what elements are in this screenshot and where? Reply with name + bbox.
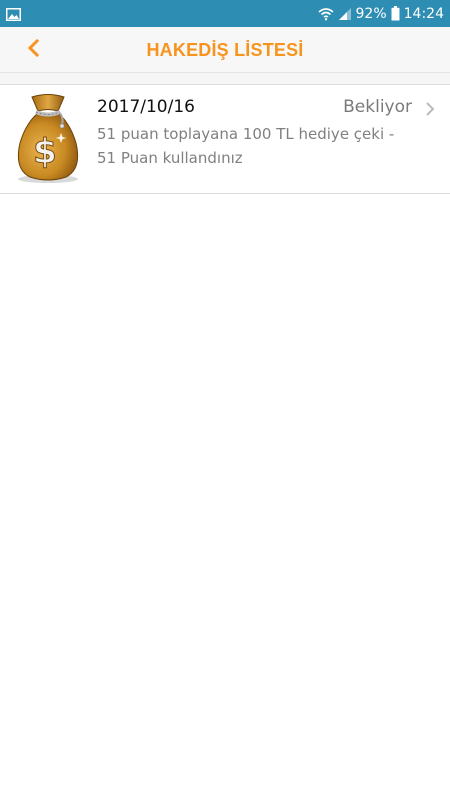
- svg-text:$: $: [33, 132, 57, 172]
- wifi-icon: [317, 7, 334, 21]
- page-title: HAKEDİŞ LİSTESİ: [146, 40, 304, 60]
- status-badge: Bekliyor: [343, 97, 412, 117]
- item-description: 51 puan toplayana 100 TL hediye çeki - 5…: [97, 125, 395, 167]
- clock: 14:24: [403, 5, 444, 22]
- item-date: 2017/10/16: [97, 97, 195, 117]
- image-icon: [6, 6, 21, 21]
- money-bag-icon: $: [12, 93, 84, 185]
- list-top-spacer: [0, 73, 450, 85]
- battery-icon: [391, 6, 400, 21]
- list-item[interactable]: $ 2017/10/16 Bekliyor 51 puan toplayana …: [0, 85, 450, 194]
- chevron-left-icon: [26, 38, 40, 61]
- status-bar: 92% 14:24: [0, 0, 450, 27]
- app-bar: HAKEDİŞ LİSTESİ: [0, 27, 450, 73]
- back-button[interactable]: [18, 35, 48, 65]
- signal-icon: [338, 7, 352, 21]
- battery-text: 92%: [355, 5, 387, 22]
- chevron-right-icon: [424, 101, 436, 117]
